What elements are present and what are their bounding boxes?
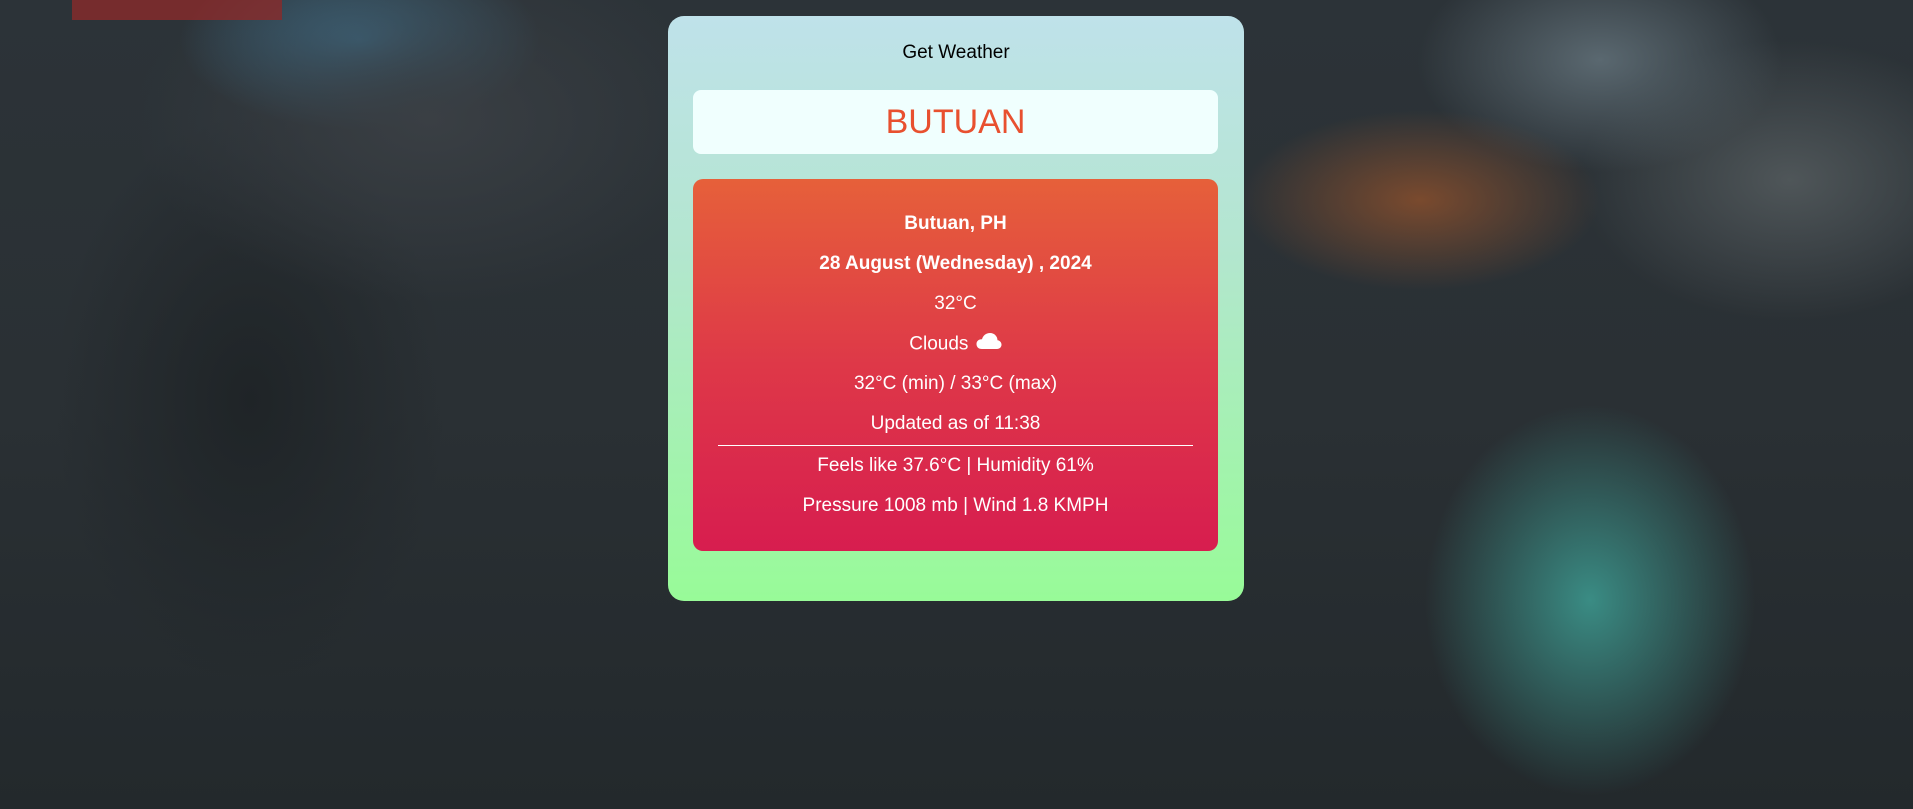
divider (718, 445, 1193, 446)
temperature-label: 32°C (934, 293, 977, 314)
weather-card: Get Weather Butuan, PH 28 August (Wednes… (668, 16, 1244, 601)
condition-label: Clouds (909, 333, 969, 355)
cloud-icon (976, 332, 1002, 357)
weather-result-panel: Butuan, PH 28 August (Wednesday) , 2024 … (693, 179, 1218, 551)
card-title: Get Weather (902, 42, 1010, 63)
background-red-strip (72, 0, 282, 20)
feels-humidity-label: Feels like 37.6°C | Humidity 61% (817, 455, 1094, 476)
city-input[interactable] (693, 90, 1218, 154)
updated-label: Updated as of 11:38 (870, 413, 1041, 434)
date-label: 28 August (Wednesday) , 2024 (819, 253, 1092, 274)
min-max-label: 32°C (min) / 33°C (max) (853, 373, 1058, 394)
condition-row: Clouds (693, 332, 1218, 357)
location-label: Butuan, PH (904, 213, 1007, 234)
pressure-wind-label: Pressure 1008 mb | Wind 1.8 KMPH (802, 495, 1109, 516)
